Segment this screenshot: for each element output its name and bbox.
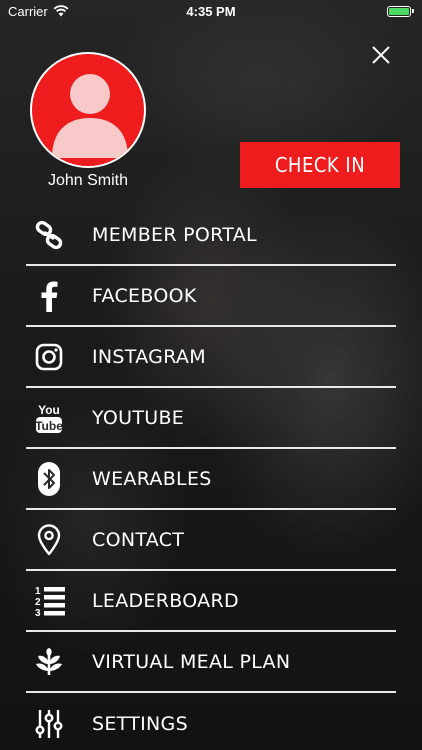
menu-label: MEMBER PORTAL: [92, 223, 257, 246]
battery-icon: [387, 5, 414, 17]
svg-text:1: 1: [35, 586, 41, 597]
menu-label: VIRTUAL MEAL PLAN: [92, 650, 291, 673]
close-icon[interactable]: [370, 44, 392, 66]
menu-item-instagram[interactable]: INSTAGRAM: [26, 327, 396, 388]
carrier-label: Carrier: [8, 3, 48, 19]
menu-item-member-portal[interactable]: MEMBER PORTAL: [26, 205, 396, 266]
side-menu: MEMBER PORTAL FACEBOOK INSTAGRAM You Tub…: [26, 205, 396, 750]
sliders-icon: [26, 706, 72, 742]
check-in-button[interactable]: CHECK IN: [240, 142, 400, 188]
menu-label: LEADERBOARD: [92, 589, 239, 612]
status-left: Carrier: [8, 4, 69, 19]
menu-item-youtube[interactable]: You Tube YOUTUBE: [26, 388, 396, 449]
menu-item-settings[interactable]: SETTINGS: [26, 693, 396, 750]
location-pin-icon: [26, 522, 72, 558]
menu-label: INSTAGRAM: [92, 345, 206, 368]
menu-item-facebook[interactable]: FACEBOOK: [26, 266, 396, 327]
menu-label: SETTINGS: [92, 712, 188, 735]
svg-text:3: 3: [35, 608, 41, 618]
link-icon: [26, 217, 72, 253]
menu-label: FACEBOOK: [92, 284, 197, 307]
instagram-icon: [26, 339, 72, 375]
bluetooth-icon: [26, 461, 72, 497]
avatar[interactable]: [30, 52, 146, 168]
svg-text:Tube: Tube: [35, 419, 63, 433]
menu-item-leaderboard[interactable]: 1 2 3 LEADERBOARD: [26, 571, 396, 632]
status-bar: Carrier 4:35 PM: [0, 0, 422, 22]
leaf-icon: [26, 644, 72, 680]
facebook-icon: [26, 278, 72, 314]
svg-text:2: 2: [35, 597, 41, 608]
menu-item-virtual-meal-plan[interactable]: VIRTUAL MEAL PLAN: [26, 632, 396, 693]
menu-item-contact[interactable]: CONTACT: [26, 510, 396, 571]
youtube-icon: You Tube: [26, 400, 72, 436]
numbered-list-icon: 1 2 3: [26, 583, 72, 619]
menu-label: WEARABLES: [92, 467, 212, 490]
status-time: 4:35 PM: [186, 3, 236, 19]
wifi-icon: [53, 5, 69, 17]
menu-label: CONTACT: [92, 528, 185, 551]
menu-label: YOUTUBE: [92, 406, 185, 429]
menu-item-wearables[interactable]: WEARABLES: [26, 449, 396, 510]
user-silhouette-icon: [52, 74, 128, 158]
user-name: John Smith: [47, 172, 129, 189]
svg-text:You: You: [38, 403, 60, 417]
